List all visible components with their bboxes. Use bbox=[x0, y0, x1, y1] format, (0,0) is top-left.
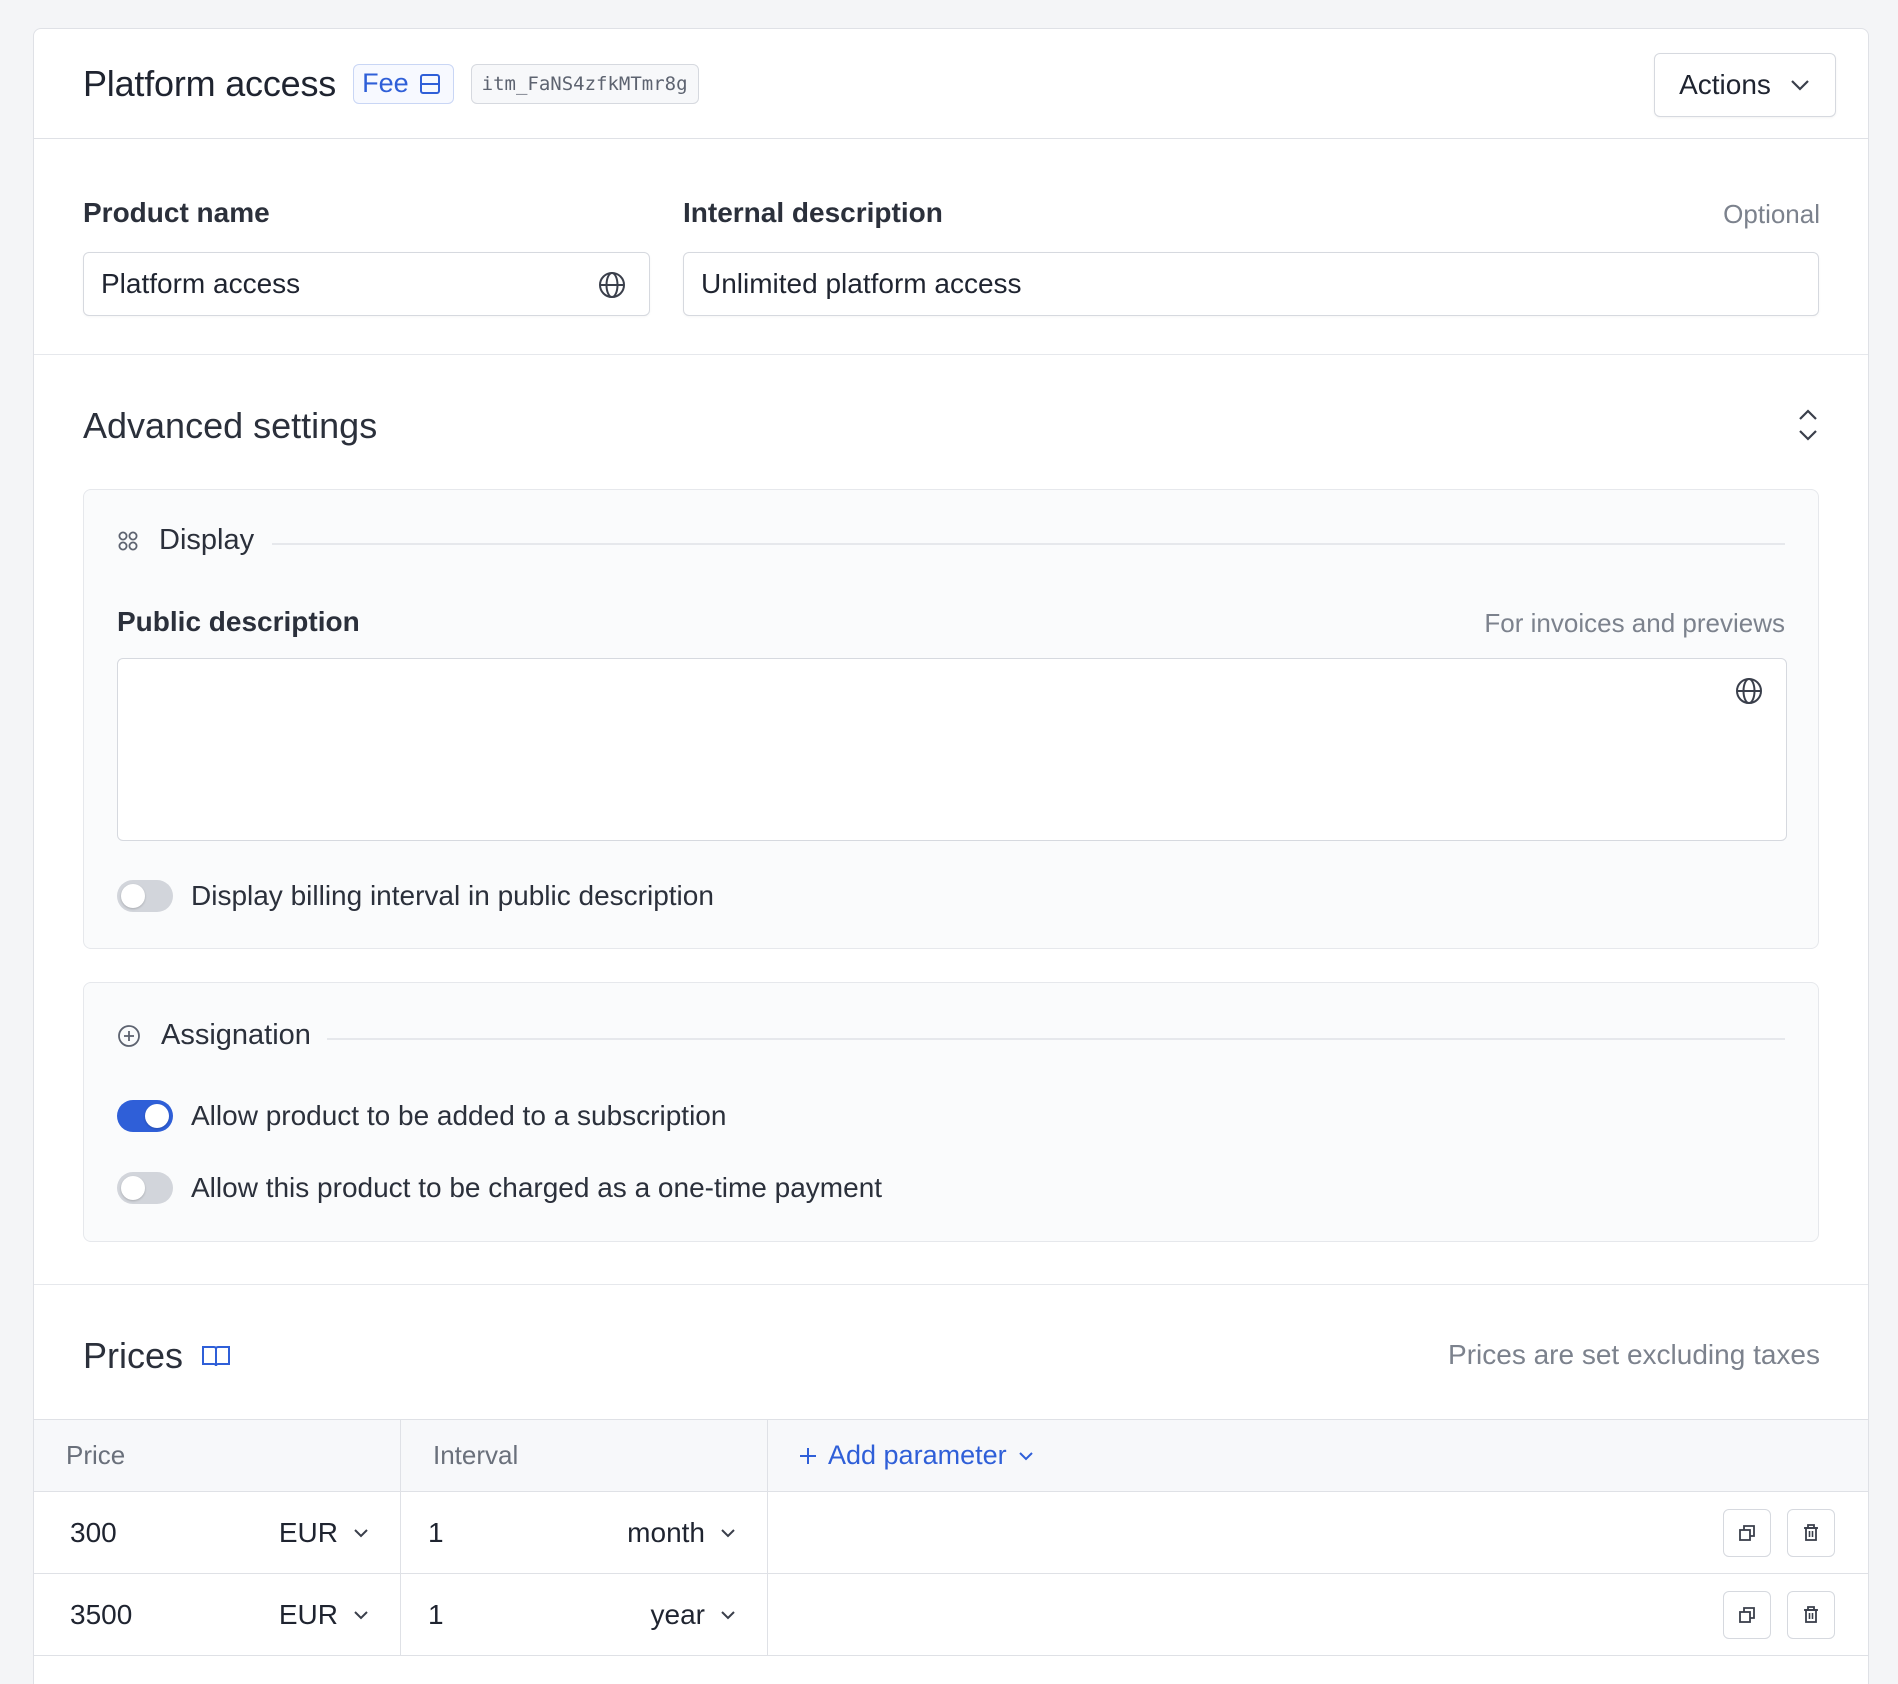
prices-title-group: Prices bbox=[83, 1335, 231, 1377]
prices-table-header: Price Interval Add parameter bbox=[34, 1420, 1868, 1492]
assignation-panel-header: Assignation bbox=[117, 1019, 311, 1052]
public-description-label: Public description bbox=[117, 606, 360, 637]
price-amount[interactable]: 300 bbox=[70, 1517, 117, 1549]
currency-value: EUR bbox=[278, 1516, 338, 1548]
table-row: 3500 EUR 1 year bbox=[34, 1574, 1868, 1656]
interval-count[interactable]: 1 bbox=[428, 1599, 444, 1631]
book-icon[interactable] bbox=[201, 1343, 231, 1369]
assignation-divider bbox=[327, 1038, 1785, 1040]
advanced-settings-title: Advanced settings bbox=[83, 405, 378, 446]
price-amount[interactable]: 3500 bbox=[70, 1599, 132, 1631]
delete-button[interactable] bbox=[1787, 1509, 1835, 1557]
trash-icon bbox=[1804, 1524, 1818, 1541]
table-row: 300 EUR 1 month bbox=[34, 1492, 1868, 1574]
interval-unit-value: year bbox=[650, 1598, 705, 1630]
subscription-toggle-row: Allow product to be added to a subscript… bbox=[117, 1100, 726, 1132]
prices-table: Price Interval Add parameter 300 EUR 1 m… bbox=[34, 1420, 1868, 1656]
assignation-panel: Assignation Allow product to be added to… bbox=[83, 982, 1819, 1242]
currency-select[interactable]: EUR bbox=[279, 1599, 370, 1631]
chevron-down-icon bbox=[354, 1610, 368, 1619]
price-cell[interactable]: 3500 EUR bbox=[34, 1574, 401, 1655]
billing-interval-toggle-label: Display billing interval in public descr… bbox=[191, 880, 714, 911]
chevron-down-icon bbox=[721, 1528, 735, 1537]
subscription-toggle[interactable] bbox=[117, 1100, 173, 1132]
globe-icon[interactable] bbox=[1734, 676, 1764, 706]
add-parameter-button[interactable]: Add parameter bbox=[768, 1420, 1868, 1491]
subscription-toggle-label: Allow product to be added to a subscript… bbox=[191, 1100, 727, 1131]
public-description-textarea[interactable] bbox=[117, 658, 1787, 841]
product-fields-section: Product name Platform access Internal de… bbox=[34, 139, 1868, 355]
interval-unit-select[interactable]: year bbox=[651, 1599, 737, 1631]
one-time-toggle[interactable] bbox=[117, 1172, 173, 1204]
duplicate-icon bbox=[1739, 1607, 1755, 1623]
internal-description-input[interactable]: Unlimited platform access bbox=[683, 252, 1819, 316]
delete-button[interactable] bbox=[1787, 1591, 1835, 1639]
type-badge-label: Fee bbox=[362, 68, 409, 98]
duplicate-icon bbox=[1739, 1525, 1755, 1541]
add-parameter-label: Add parameter bbox=[828, 1440, 1007, 1470]
assignation-title: Assignation bbox=[161, 1019, 311, 1051]
globe-icon[interactable] bbox=[597, 270, 627, 300]
product-name-label: Product name bbox=[83, 197, 270, 228]
type-badge[interactable]: Fee bbox=[353, 63, 454, 104]
currency-value: EUR bbox=[278, 1598, 338, 1630]
interval-cell[interactable]: 1 month bbox=[401, 1492, 768, 1573]
actions-button[interactable]: Actions bbox=[1654, 53, 1836, 117]
plus-circle-icon bbox=[118, 1024, 140, 1047]
prices-header: Prices Prices are set excluding taxes bbox=[34, 1285, 1868, 1420]
column-header-price: Price bbox=[34, 1420, 401, 1491]
display-panel-header: Display bbox=[117, 524, 254, 557]
billing-interval-toggle-row: Display billing interval in public descr… bbox=[117, 880, 714, 912]
product-name-value: Platform access bbox=[101, 268, 301, 299]
page-title: Platform access bbox=[83, 62, 337, 104]
chevron-down-icon bbox=[1018, 1451, 1033, 1460]
interval-count[interactable]: 1 bbox=[428, 1517, 444, 1549]
prices-hint: Prices are set excluding taxes bbox=[1448, 1339, 1820, 1370]
row-actions-cell bbox=[768, 1574, 1868, 1655]
item-id-badge[interactable]: itm_FaNS4zfkMTmr8g bbox=[470, 63, 699, 104]
internal-description-hint: Optional bbox=[1723, 199, 1820, 229]
one-time-toggle-label: Allow this product to be charged as a on… bbox=[191, 1172, 883, 1203]
interval-unit-select[interactable]: month bbox=[627, 1517, 737, 1549]
chevron-down-icon bbox=[721, 1610, 735, 1619]
prices-title: Prices bbox=[83, 1335, 184, 1376]
display-title: Display bbox=[159, 524, 255, 556]
toggle-knob bbox=[121, 1176, 145, 1200]
chevron-down-icon bbox=[1791, 80, 1809, 91]
column-header-interval: Interval bbox=[401, 1420, 768, 1491]
trash-icon bbox=[1804, 1606, 1818, 1623]
one-time-toggle-row: Allow this product to be charged as a on… bbox=[117, 1172, 882, 1204]
duplicate-button[interactable] bbox=[1723, 1591, 1771, 1639]
display-panel: Display Public description For invoices … bbox=[83, 489, 1819, 949]
product-card: Platform access Fee itm_FaNS4zfkMTmr8g A… bbox=[33, 28, 1869, 1684]
chevron-up-down-icon[interactable] bbox=[1796, 405, 1820, 445]
table-icon bbox=[419, 73, 440, 94]
toggle-knob bbox=[145, 1104, 169, 1128]
duplicate-button[interactable] bbox=[1723, 1509, 1771, 1557]
internal-description-value: Unlimited platform access bbox=[701, 268, 1022, 299]
public-description-hint: For invoices and previews bbox=[1484, 608, 1785, 638]
billing-interval-toggle[interactable] bbox=[117, 880, 173, 912]
interval-cell[interactable]: 1 year bbox=[401, 1574, 768, 1655]
plus-icon bbox=[800, 1447, 816, 1464]
internal-description-label: Internal description bbox=[683, 197, 943, 228]
advanced-settings-section: Advanced settings Display Public descrip… bbox=[34, 355, 1868, 1285]
interval-unit-value: month bbox=[627, 1516, 705, 1548]
row-actions-cell bbox=[768, 1492, 1868, 1573]
card-header: Platform access Fee itm_FaNS4zfkMTmr8g A… bbox=[34, 29, 1868, 139]
display-divider bbox=[272, 543, 1785, 545]
product-name-input[interactable]: Platform access bbox=[83, 252, 650, 316]
toggle-knob bbox=[121, 884, 145, 908]
currency-select[interactable]: EUR bbox=[279, 1517, 370, 1549]
grid-dots-icon bbox=[118, 531, 138, 550]
actions-label: Actions bbox=[1679, 69, 1771, 100]
chevron-down-icon bbox=[354, 1528, 368, 1537]
price-cell[interactable]: 300 EUR bbox=[34, 1492, 401, 1573]
